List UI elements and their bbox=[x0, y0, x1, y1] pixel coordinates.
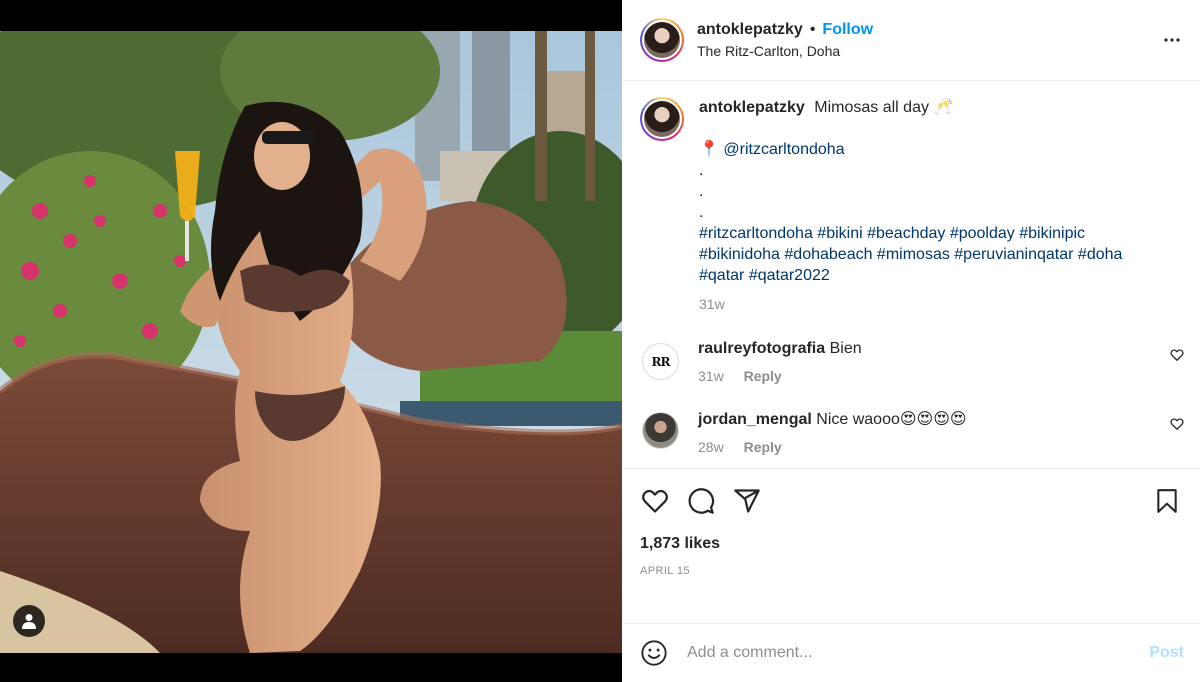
post-date[interactable]: APRIL 15 bbox=[640, 565, 1182, 577]
mention-link[interactable]: @ritzcarltondoha bbox=[723, 141, 844, 158]
heart-icon bbox=[1170, 349, 1184, 361]
reply-button[interactable]: Reply bbox=[744, 439, 782, 455]
caption-text: Mimosas all day 🥂 bbox=[814, 99, 954, 116]
separator-dot: • bbox=[809, 21, 816, 38]
commenter-avatar[interactable]: RR bbox=[642, 343, 679, 380]
comment-like-button[interactable] bbox=[1170, 348, 1184, 366]
comment-item: jordan_mengal Nice waooo😍😍😍😍 28w Reply bbox=[640, 409, 1184, 455]
caption-avatar[interactable] bbox=[640, 97, 684, 141]
commenter-username[interactable]: jordan_mengal bbox=[698, 411, 812, 428]
comment-icon bbox=[688, 488, 715, 514]
caption-age[interactable]: 31w bbox=[699, 294, 1169, 315]
follow-button[interactable]: Follow bbox=[822, 21, 873, 39]
caption-dot: . bbox=[699, 183, 704, 200]
commenter-avatar[interactable] bbox=[642, 412, 679, 449]
comment-composer: Post bbox=[622, 623, 1200, 682]
author-username[interactable]: antoklepatzky bbox=[697, 21, 803, 39]
media-panel bbox=[0, 0, 622, 682]
pin-emoji: 📍 bbox=[699, 141, 719, 158]
commenter-username[interactable]: raulreyfotografia bbox=[698, 340, 825, 357]
location-link[interactable]: The Ritz-Carlton, Doha bbox=[697, 43, 1160, 59]
post-header: antoklepatzky • Follow The Ritz-Carlton,… bbox=[622, 0, 1200, 81]
avatar[interactable] bbox=[640, 18, 684, 62]
caption-dot: . bbox=[699, 162, 704, 179]
heart-icon bbox=[642, 489, 668, 513]
user-tags-icon bbox=[22, 614, 36, 629]
comments-list[interactable]: antoklepatzky Mimosas all day 🥂 📍 @ritzc… bbox=[622, 81, 1200, 468]
emoji-button[interactable] bbox=[640, 639, 668, 667]
more-options-button[interactable] bbox=[1160, 28, 1184, 52]
comment-age[interactable]: 28w bbox=[698, 439, 724, 455]
post-modal: antoklepatzky • Follow The Ritz-Carlton,… bbox=[0, 0, 1200, 682]
hashtags[interactable]: #ritzcarltondoha #bikini #beachday #pool… bbox=[699, 223, 1169, 286]
emoji-icon bbox=[641, 640, 667, 666]
likes-count[interactable]: 1,873 likes bbox=[640, 535, 1182, 553]
comment-age[interactable]: 31w bbox=[698, 368, 724, 384]
heart-icon bbox=[1170, 418, 1184, 430]
comment-item: RR raulreyfotografia Bien 31w Reply bbox=[640, 340, 1184, 384]
post-button[interactable]: Post bbox=[1149, 644, 1184, 662]
caption: antoklepatzky Mimosas all day 🥂 📍 @ritzc… bbox=[640, 97, 1184, 315]
like-button[interactable] bbox=[640, 486, 670, 516]
bookmark-icon bbox=[1157, 489, 1177, 513]
photo-illustration bbox=[0, 31, 622, 653]
comment-input[interactable] bbox=[687, 644, 1150, 662]
reply-button[interactable]: Reply bbox=[744, 368, 782, 384]
comment-button[interactable] bbox=[686, 486, 716, 516]
more-options-icon bbox=[1164, 38, 1180, 42]
comment-like-button[interactable] bbox=[1170, 417, 1184, 435]
comment-text: Nice waooo😍😍😍😍 bbox=[816, 411, 967, 428]
comment-text: Bien bbox=[829, 340, 862, 357]
post-photo[interactable] bbox=[0, 31, 622, 653]
caption-dot: . bbox=[699, 204, 704, 221]
share-button[interactable] bbox=[732, 486, 762, 516]
post-sidebar: antoklepatzky • Follow The Ritz-Carlton,… bbox=[622, 0, 1200, 682]
share-icon bbox=[734, 489, 760, 513]
user-tags-button[interactable] bbox=[13, 605, 45, 637]
action-bar: 1,873 likes APRIL 15 bbox=[622, 468, 1200, 623]
save-button[interactable] bbox=[1152, 486, 1182, 516]
caption-username[interactable]: antoklepatzky bbox=[699, 99, 805, 116]
